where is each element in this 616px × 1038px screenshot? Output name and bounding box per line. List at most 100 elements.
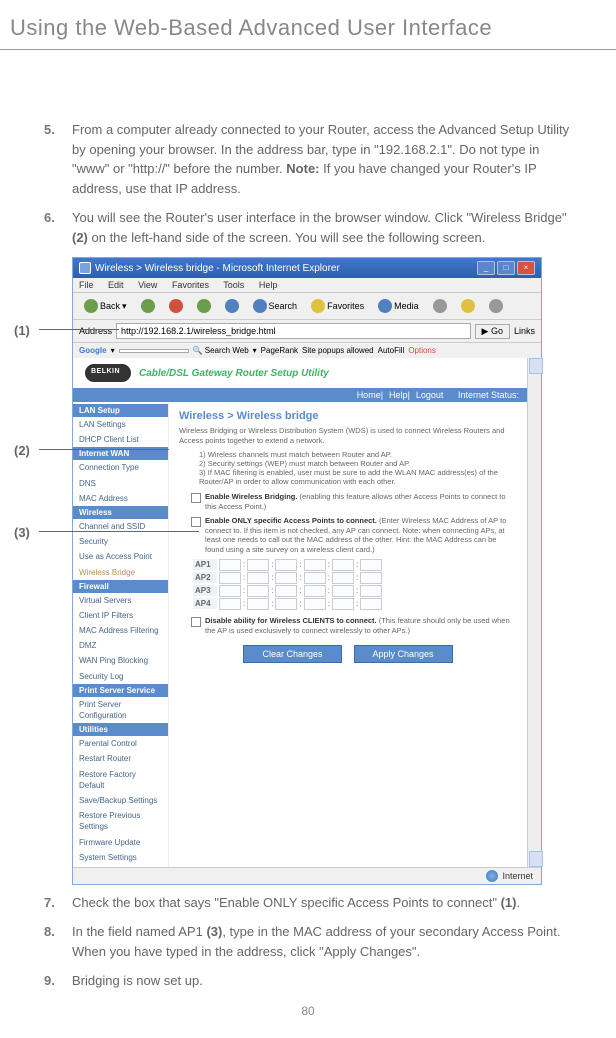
ap4-mac-5[interactable] bbox=[332, 598, 354, 610]
search-web-button[interactable]: 🔍 Search Web bbox=[193, 346, 249, 355]
forward-icon bbox=[141, 299, 155, 313]
ap1-mac-5[interactable] bbox=[332, 559, 354, 571]
step-text: Check the box that says "Enable ONLY spe… bbox=[72, 895, 501, 910]
ap1-mac-4[interactable] bbox=[304, 559, 326, 571]
back-button[interactable]: Back ▾ bbox=[79, 296, 132, 316]
ap3-mac-3[interactable] bbox=[275, 585, 297, 597]
apply-changes-button[interactable]: Apply Changes bbox=[354, 645, 453, 663]
ap2-mac-2[interactable] bbox=[247, 572, 269, 584]
sidebar-mac-filter[interactable]: MAC Address Filtering bbox=[73, 623, 168, 638]
section-firewall: Firewall bbox=[73, 580, 168, 593]
sidebar-factory[interactable]: Restore Factory Default bbox=[73, 767, 168, 793]
google-search-input[interactable] bbox=[119, 349, 189, 353]
enable-bridging-checkbox[interactable] bbox=[191, 493, 201, 503]
ap2-mac-4[interactable] bbox=[304, 572, 326, 584]
sidebar-conn-type[interactable]: Connection Type bbox=[73, 460, 168, 475]
ap3-mac-4[interactable] bbox=[304, 585, 326, 597]
vertical-scrollbar[interactable] bbox=[527, 358, 541, 867]
ap4-mac-6[interactable] bbox=[360, 598, 382, 610]
ap1-mac-1[interactable] bbox=[219, 559, 241, 571]
home-icon bbox=[225, 299, 239, 313]
callout-1: (1) bbox=[14, 323, 30, 338]
sidebar-wan-ping[interactable]: WAN Ping Blocking bbox=[73, 653, 168, 668]
sidebar-dns[interactable]: DNS bbox=[73, 476, 168, 491]
ap1-mac-3[interactable] bbox=[275, 559, 297, 571]
ap2-mac-3[interactable] bbox=[275, 572, 297, 584]
ap4-mac-2[interactable] bbox=[247, 598, 269, 610]
history-button[interactable] bbox=[428, 296, 452, 316]
nav-home[interactable]: Home bbox=[357, 390, 381, 400]
ap2-mac-5[interactable] bbox=[332, 572, 354, 584]
step-number: 5. bbox=[44, 120, 72, 198]
ap1-mac-2[interactable] bbox=[247, 559, 269, 571]
menu-tools[interactable]: Tools bbox=[223, 280, 244, 290]
maximize-button[interactable]: □ bbox=[497, 261, 515, 275]
section-print: Print Server Service bbox=[73, 684, 168, 697]
sidebar-security-log[interactable]: Security Log bbox=[73, 669, 168, 684]
sidebar-mac-address[interactable]: MAC Address bbox=[73, 491, 168, 506]
ap2-mac-6[interactable] bbox=[360, 572, 382, 584]
step-6: 6. You will see the Router's user interf… bbox=[44, 208, 572, 247]
sidebar-dhcp-list[interactable]: DHCP Client List bbox=[73, 432, 168, 447]
ap2-mac-1[interactable] bbox=[219, 572, 241, 584]
home-button[interactable] bbox=[220, 296, 244, 316]
ap3-mac-1[interactable] bbox=[219, 585, 241, 597]
forward-button[interactable] bbox=[136, 296, 160, 316]
sidebar-wireless-bridge[interactable]: Wireless Bridge bbox=[73, 565, 168, 580]
ap3-mac-2[interactable] bbox=[247, 585, 269, 597]
sidebar-security[interactable]: Security bbox=[73, 534, 168, 549]
nav-help[interactable]: Help bbox=[389, 390, 408, 400]
step-text: In the field named AP1 bbox=[72, 924, 206, 939]
ap4-mac-3[interactable] bbox=[275, 598, 297, 610]
menu-edit[interactable]: Edit bbox=[108, 280, 124, 290]
stop-button[interactable] bbox=[164, 296, 188, 316]
disable-clients-checkbox[interactable] bbox=[191, 617, 201, 627]
pagerank-button[interactable]: PageRank bbox=[261, 346, 298, 355]
menu-help[interactable]: Help bbox=[259, 280, 278, 290]
sidebar-system[interactable]: System Settings bbox=[73, 850, 168, 865]
minimize-button[interactable]: _ bbox=[477, 261, 495, 275]
address-bar: Address http://192.168.2.1/wireless_brid… bbox=[73, 319, 541, 342]
media-icon bbox=[378, 299, 392, 313]
refresh-button[interactable] bbox=[192, 296, 216, 316]
ap1-mac-6[interactable] bbox=[360, 559, 382, 571]
menu-file[interactable]: File bbox=[79, 280, 94, 290]
sidebar-restore[interactable]: Restore Previous Settings bbox=[73, 808, 168, 834]
back-label: Back bbox=[100, 301, 120, 311]
favorites-button[interactable]: Favorites bbox=[306, 296, 369, 316]
ap4-mac-4[interactable] bbox=[304, 598, 326, 610]
sidebar-restart[interactable]: Restart Router bbox=[73, 751, 168, 766]
go-button[interactable]: ▶ Go bbox=[475, 324, 510, 339]
sidebar-firmware[interactable]: Firmware Update bbox=[73, 835, 168, 850]
google-brand: Google bbox=[79, 346, 107, 355]
sidebar-use-ap[interactable]: Use as Access Point bbox=[73, 549, 168, 564]
popup-allowed[interactable]: Site popups allowed bbox=[302, 346, 374, 355]
panel-intro: Wireless Bridging or Wireless Distributi… bbox=[179, 426, 517, 446]
links-label[interactable]: Links bbox=[514, 326, 535, 336]
nav-logout[interactable]: Logout bbox=[416, 390, 444, 400]
sidebar-dmz[interactable]: DMZ bbox=[73, 638, 168, 653]
address-input[interactable]: http://192.168.2.1/wireless_bridge.html bbox=[116, 323, 471, 339]
ap4-mac-1[interactable] bbox=[219, 598, 241, 610]
menu-favorites[interactable]: Favorites bbox=[172, 280, 209, 290]
sidebar-lan-settings[interactable]: LAN Settings bbox=[73, 417, 168, 432]
enable-only-checkbox[interactable] bbox=[191, 517, 201, 527]
ie-icon bbox=[79, 262, 91, 274]
print-button[interactable] bbox=[484, 296, 508, 316]
close-button[interactable]: × bbox=[517, 261, 535, 275]
menu-view[interactable]: View bbox=[138, 280, 157, 290]
sidebar-virtual-servers[interactable]: Virtual Servers bbox=[73, 593, 168, 608]
sidebar-print-config[interactable]: Print Server Configuration bbox=[73, 697, 168, 723]
clear-changes-button[interactable]: Clear Changes bbox=[243, 645, 341, 663]
autofill-button[interactable]: AutoFill bbox=[378, 346, 405, 355]
mail-button[interactable] bbox=[456, 296, 480, 316]
ap3-mac-6[interactable] bbox=[360, 585, 382, 597]
search-button[interactable]: Search bbox=[248, 296, 303, 316]
sidebar-client-ip[interactable]: Client IP Filters bbox=[73, 608, 168, 623]
sidebar-save[interactable]: Save/Backup Settings bbox=[73, 793, 168, 808]
ap3-mac-5[interactable] bbox=[332, 585, 354, 597]
sidebar-parental[interactable]: Parental Control bbox=[73, 736, 168, 751]
step-body: Check the box that says "Enable ONLY spe… bbox=[72, 893, 572, 913]
media-button[interactable]: Media bbox=[373, 296, 424, 316]
options-button[interactable]: Options bbox=[408, 346, 436, 355]
